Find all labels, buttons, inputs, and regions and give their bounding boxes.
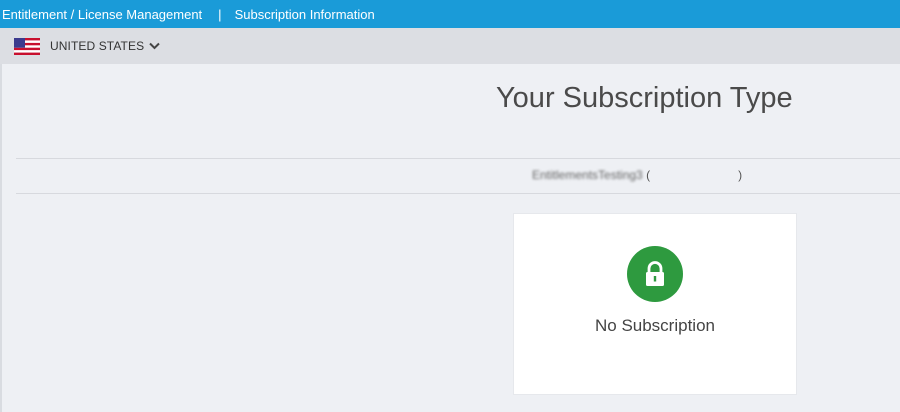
top-nav-bar: Entitlement / License Management | Subsc… [0,0,900,28]
account-close-paren: ) [738,168,743,182]
account-line: EntitlementsTesting3 () [532,168,742,182]
subscription-card: No Subscription [514,214,796,394]
lock-icon [627,246,683,302]
country-selector[interactable]: UNITED STATES [50,39,144,53]
breadcrumb-subscription-information[interactable]: Subscription Information [235,7,375,22]
divider [16,193,900,194]
country-selector-bar: UNITED STATES [0,28,900,64]
page-title: Your Subscription Type [496,82,793,114]
subscription-status: No Subscription [594,316,715,335]
us-flag-icon[interactable] [14,37,40,55]
breadcrumb-entitlement-license-management[interactable]: Entitlement / License Management [2,7,202,22]
divider [16,158,900,159]
account-open-paren: ( [646,168,651,182]
breadcrumb-separator: | [218,6,222,22]
account-name: EntitlementsTesting3 [532,168,643,182]
main-content: Your Subscription Type EntitlementsTesti… [0,64,900,412]
chevron-down-icon[interactable] [149,42,160,50]
